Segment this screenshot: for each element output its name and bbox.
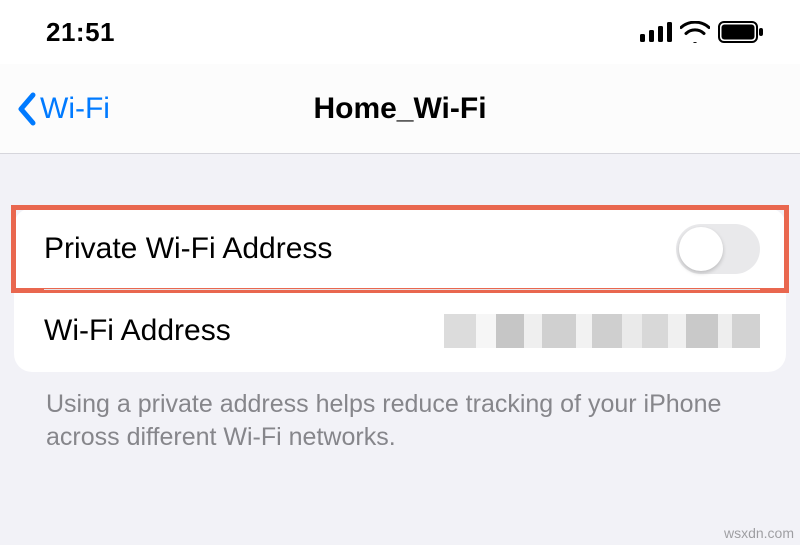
page-title: Home_Wi-Fi <box>313 92 486 126</box>
status-time: 21:51 <box>46 17 115 48</box>
content-area: Private Wi-Fi Address Wi-Fi Address <box>0 208 800 453</box>
wifi-address-label: Wi-Fi Address <box>44 314 231 348</box>
back-label: Wi-Fi <box>40 92 110 126</box>
status-bar: 21:51 <box>0 0 800 64</box>
battery-icon <box>718 21 764 43</box>
row-wifi-address: Wi-Fi Address <box>14 290 786 372</box>
back-button[interactable]: Wi-Fi <box>0 91 110 127</box>
status-indicators <box>640 21 764 43</box>
private-wifi-toggle[interactable] <box>676 224 760 274</box>
chevron-left-icon <box>14 91 40 127</box>
watermark: wsxdn.com <box>724 525 794 541</box>
footer-caption: Using a private address helps reduce tra… <box>14 372 786 453</box>
wifi-icon <box>680 21 710 43</box>
cellular-icon <box>640 22 672 42</box>
settings-group: Private Wi-Fi Address Wi-Fi Address <box>14 208 786 372</box>
row-private-wifi-address[interactable]: Private Wi-Fi Address <box>14 208 786 290</box>
nav-header: Wi-Fi Home_Wi-Fi <box>0 64 800 154</box>
wifi-address-value <box>444 314 760 348</box>
private-wifi-label: Private Wi-Fi Address <box>44 232 332 266</box>
